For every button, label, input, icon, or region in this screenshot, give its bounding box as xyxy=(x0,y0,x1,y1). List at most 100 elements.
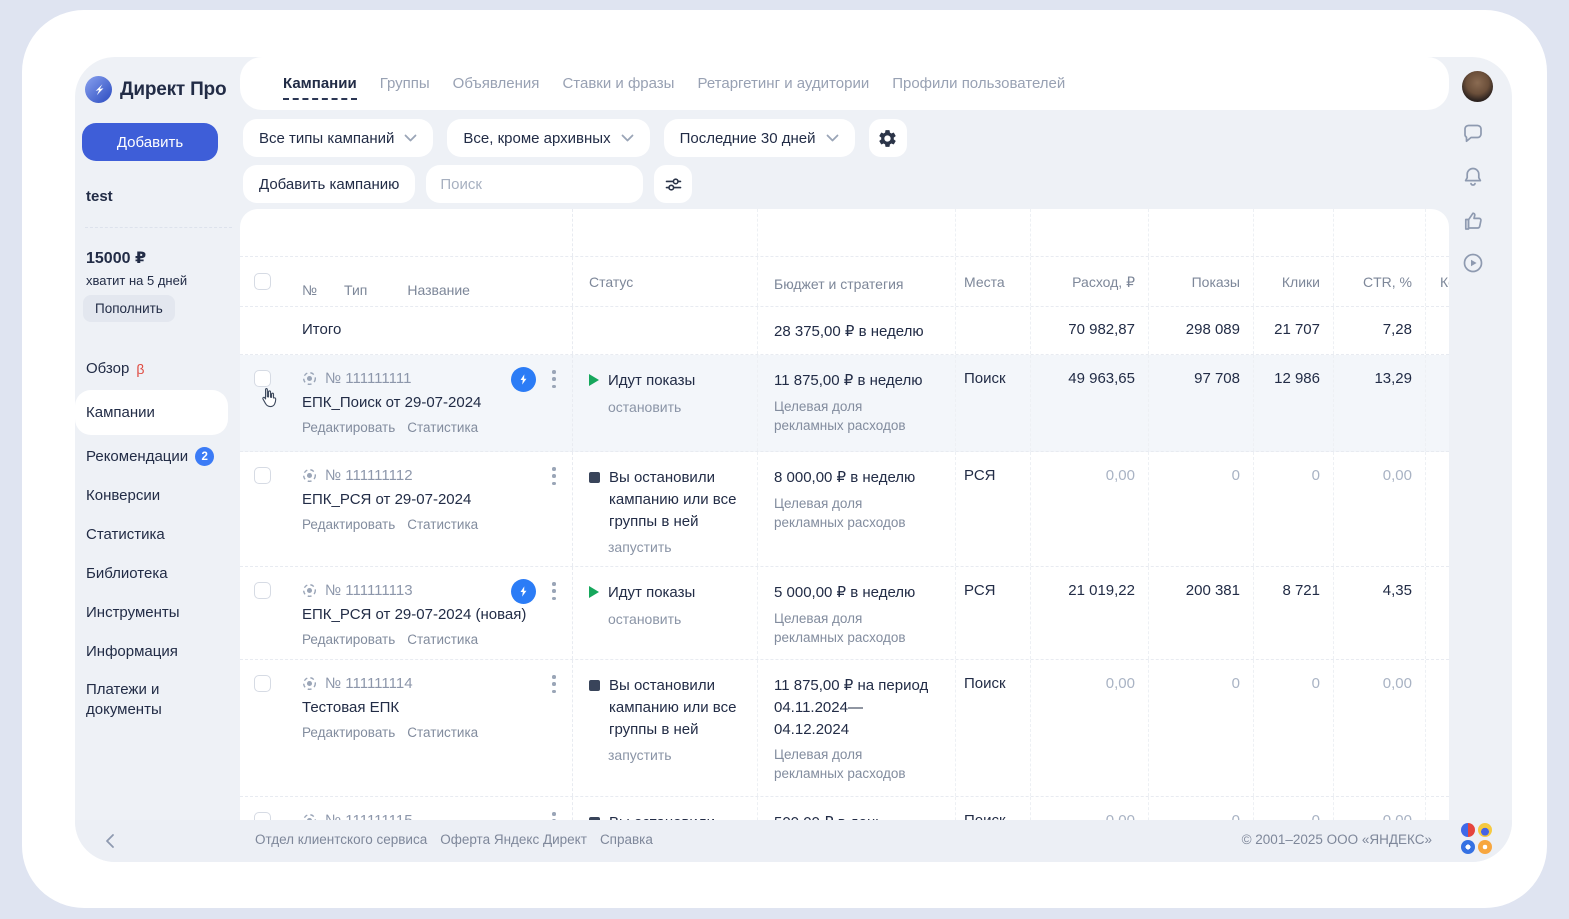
play-circle-icon[interactable] xyxy=(1461,251,1485,275)
campaign-number: № 111111114 xyxy=(325,675,413,692)
tab-campaigns[interactable]: Кампании xyxy=(283,75,357,100)
row-menu-button[interactable] xyxy=(546,465,562,487)
top-tabs: Кампании Группы Объявления Ставки и фраз… xyxy=(240,57,1449,110)
row-menu-button[interactable] xyxy=(546,810,562,820)
edit-link[interactable]: Редактировать xyxy=(302,725,395,740)
service-icon xyxy=(1478,840,1492,854)
col-name[interactable]: Название xyxy=(407,282,470,298)
gear-icon xyxy=(877,128,898,149)
bell-icon[interactable] xyxy=(1461,165,1485,189)
row-checkbox[interactable] xyxy=(254,582,271,599)
advanced-filters-button[interactable] xyxy=(654,165,692,203)
sidebar-item-library[interactable]: Библиотека xyxy=(75,554,240,593)
tab-user-profiles[interactable]: Профили пользователей xyxy=(892,75,1065,92)
sidebar-item-statistics[interactable]: Статистика xyxy=(75,515,240,554)
add-button[interactable]: Добавить xyxy=(82,123,218,161)
stop-link[interactable]: остановить xyxy=(608,611,757,627)
col-spend[interactable]: Расход, ₽ xyxy=(1030,257,1148,306)
row-menu-button[interactable] xyxy=(546,673,562,695)
sidebar-item-overview[interactable]: Обзор β xyxy=(75,349,240,388)
row-checkbox[interactable] xyxy=(254,370,271,387)
ctr-value: 13,29 xyxy=(1333,355,1425,451)
campaign-name[interactable]: ЕПК_РСЯ от 29-07-2024 xyxy=(302,491,537,508)
avatar[interactable] xyxy=(1462,71,1493,102)
row-checkbox[interactable] xyxy=(254,812,271,820)
chevron-down-icon xyxy=(621,134,634,143)
offer-link[interactable]: Оферта Яндекс Директ xyxy=(440,832,587,847)
client-service-link[interactable]: Отдел клиентского сервиса xyxy=(255,832,427,847)
tab-ads[interactable]: Объявления xyxy=(453,75,540,92)
campaign-name[interactable]: ЕПК_Поиск от 29-07-2024 xyxy=(302,394,537,411)
col-places[interactable]: Места xyxy=(955,257,1030,306)
sidebar-divider xyxy=(85,227,232,228)
budget-strategy: Целевая доля рекламных расходов xyxy=(774,746,934,784)
count-badge: 2 xyxy=(195,447,214,466)
sidebar-item-payments[interactable]: Платежи и документы xyxy=(75,671,195,730)
chat-icon[interactable] xyxy=(1461,121,1485,145)
thumbs-up-icon[interactable] xyxy=(1461,209,1485,233)
main-content: Кампании Группы Объявления Ставки и фраз… xyxy=(240,57,1449,820)
select-all-checkbox[interactable] xyxy=(254,273,271,290)
col-clicks[interactable]: Клики xyxy=(1253,257,1333,306)
sidebar-item-recommendations[interactable]: Рекомендации 2 xyxy=(75,437,240,476)
stats-link[interactable]: Статистика xyxy=(407,420,478,435)
edit-link[interactable]: Редактировать xyxy=(302,517,395,532)
row-menu-button[interactable] xyxy=(546,368,562,390)
help-link[interactable]: Справка xyxy=(600,832,653,847)
col-ctr[interactable]: CTR, % xyxy=(1333,257,1425,306)
col-number[interactable]: № xyxy=(302,282,317,298)
totals-row: Итого 28 375,00 ₽ в неделю 70 982,87 298… xyxy=(240,307,1449,355)
start-link[interactable]: запустить xyxy=(608,539,757,555)
table-settings-button[interactable] xyxy=(869,119,907,157)
spend-value: 0,00 xyxy=(1030,452,1148,566)
yandex-services-icons[interactable] xyxy=(1461,823,1492,854)
start-link[interactable]: запустить xyxy=(608,747,757,763)
table-header-row: № Тип Название Статус Бюджет и стратегия… xyxy=(240,257,1449,307)
sidebar-item-information[interactable]: Информация xyxy=(75,632,240,671)
edit-link[interactable]: Редактировать xyxy=(302,420,395,435)
budget-strategy: Целевая доля рекламных расходов xyxy=(774,610,934,648)
search-input[interactable] xyxy=(426,165,643,203)
add-campaign-button[interactable]: Добавить кампанию xyxy=(243,165,415,203)
tab-retargeting[interactable]: Ретаргетинг и аудитории xyxy=(697,75,869,92)
balance-note: хватит на 5 дней xyxy=(86,273,187,288)
archive-filter[interactable]: Все, кроме архивных xyxy=(447,119,649,157)
period-filter[interactable]: Последние 30 дней xyxy=(664,119,855,157)
topup-button[interactable]: Пополнить xyxy=(83,295,175,322)
stop-link[interactable]: остановить xyxy=(608,399,757,415)
sidebar-item-label: Рекомендации xyxy=(86,448,188,465)
page: Директ Про Добавить test 15000 ₽ хватит … xyxy=(0,0,1569,919)
sidebar-item-label: Инструменты xyxy=(86,604,180,621)
row-checkbox[interactable] xyxy=(254,467,271,484)
col-conversions-clipped[interactable]: Ко xyxy=(1425,257,1449,306)
tab-bids-phrases[interactable]: Ставки и фразы xyxy=(562,75,674,92)
sidebar-item-conversions[interactable]: Конверсии xyxy=(75,476,240,515)
col-type[interactable]: Тип xyxy=(344,282,367,298)
row-menu-button[interactable] xyxy=(546,580,562,602)
brand-logo[interactable]: Директ Про xyxy=(85,76,226,103)
sidebar-item-tools[interactable]: Инструменты xyxy=(75,593,240,632)
campaign-name[interactable]: ЕПК_РСЯ от 29-07-2024 (новая) xyxy=(302,606,537,623)
ctr-value: 0,00 xyxy=(1333,797,1425,820)
sliders-icon xyxy=(663,174,684,195)
stats-link[interactable]: Статистика xyxy=(407,517,478,532)
campaign-name[interactable]: Тестовая ЕПК xyxy=(302,699,537,716)
campaign-type-filter[interactable]: Все типы кампаний xyxy=(243,119,433,157)
stats-link[interactable]: Статистика xyxy=(407,725,478,740)
clicks-value: 0 xyxy=(1253,797,1333,820)
tab-groups[interactable]: Группы xyxy=(380,75,430,92)
campaign-number: № 111111112 xyxy=(325,467,413,484)
totals-budget: 28 375,00 ₽ в неделю xyxy=(757,307,955,354)
service-icon xyxy=(1461,823,1475,837)
sidebar-item-campaigns[interactable]: Кампании xyxy=(75,390,228,435)
stats-link[interactable]: Статистика xyxy=(407,632,478,647)
col-budget[interactable]: Бюджет и стратегия xyxy=(757,257,955,306)
direct-logo-icon xyxy=(85,76,112,103)
collapse-sidebar-icon[interactable] xyxy=(99,829,123,853)
totals-shows: 298 089 xyxy=(1148,307,1253,354)
budget-value: 8 000,00 ₽ в неделю xyxy=(774,467,955,489)
col-status[interactable]: Статус xyxy=(572,257,757,306)
edit-link[interactable]: Редактировать xyxy=(302,632,395,647)
col-shows[interactable]: Показы xyxy=(1148,257,1253,306)
row-checkbox[interactable] xyxy=(254,675,271,692)
